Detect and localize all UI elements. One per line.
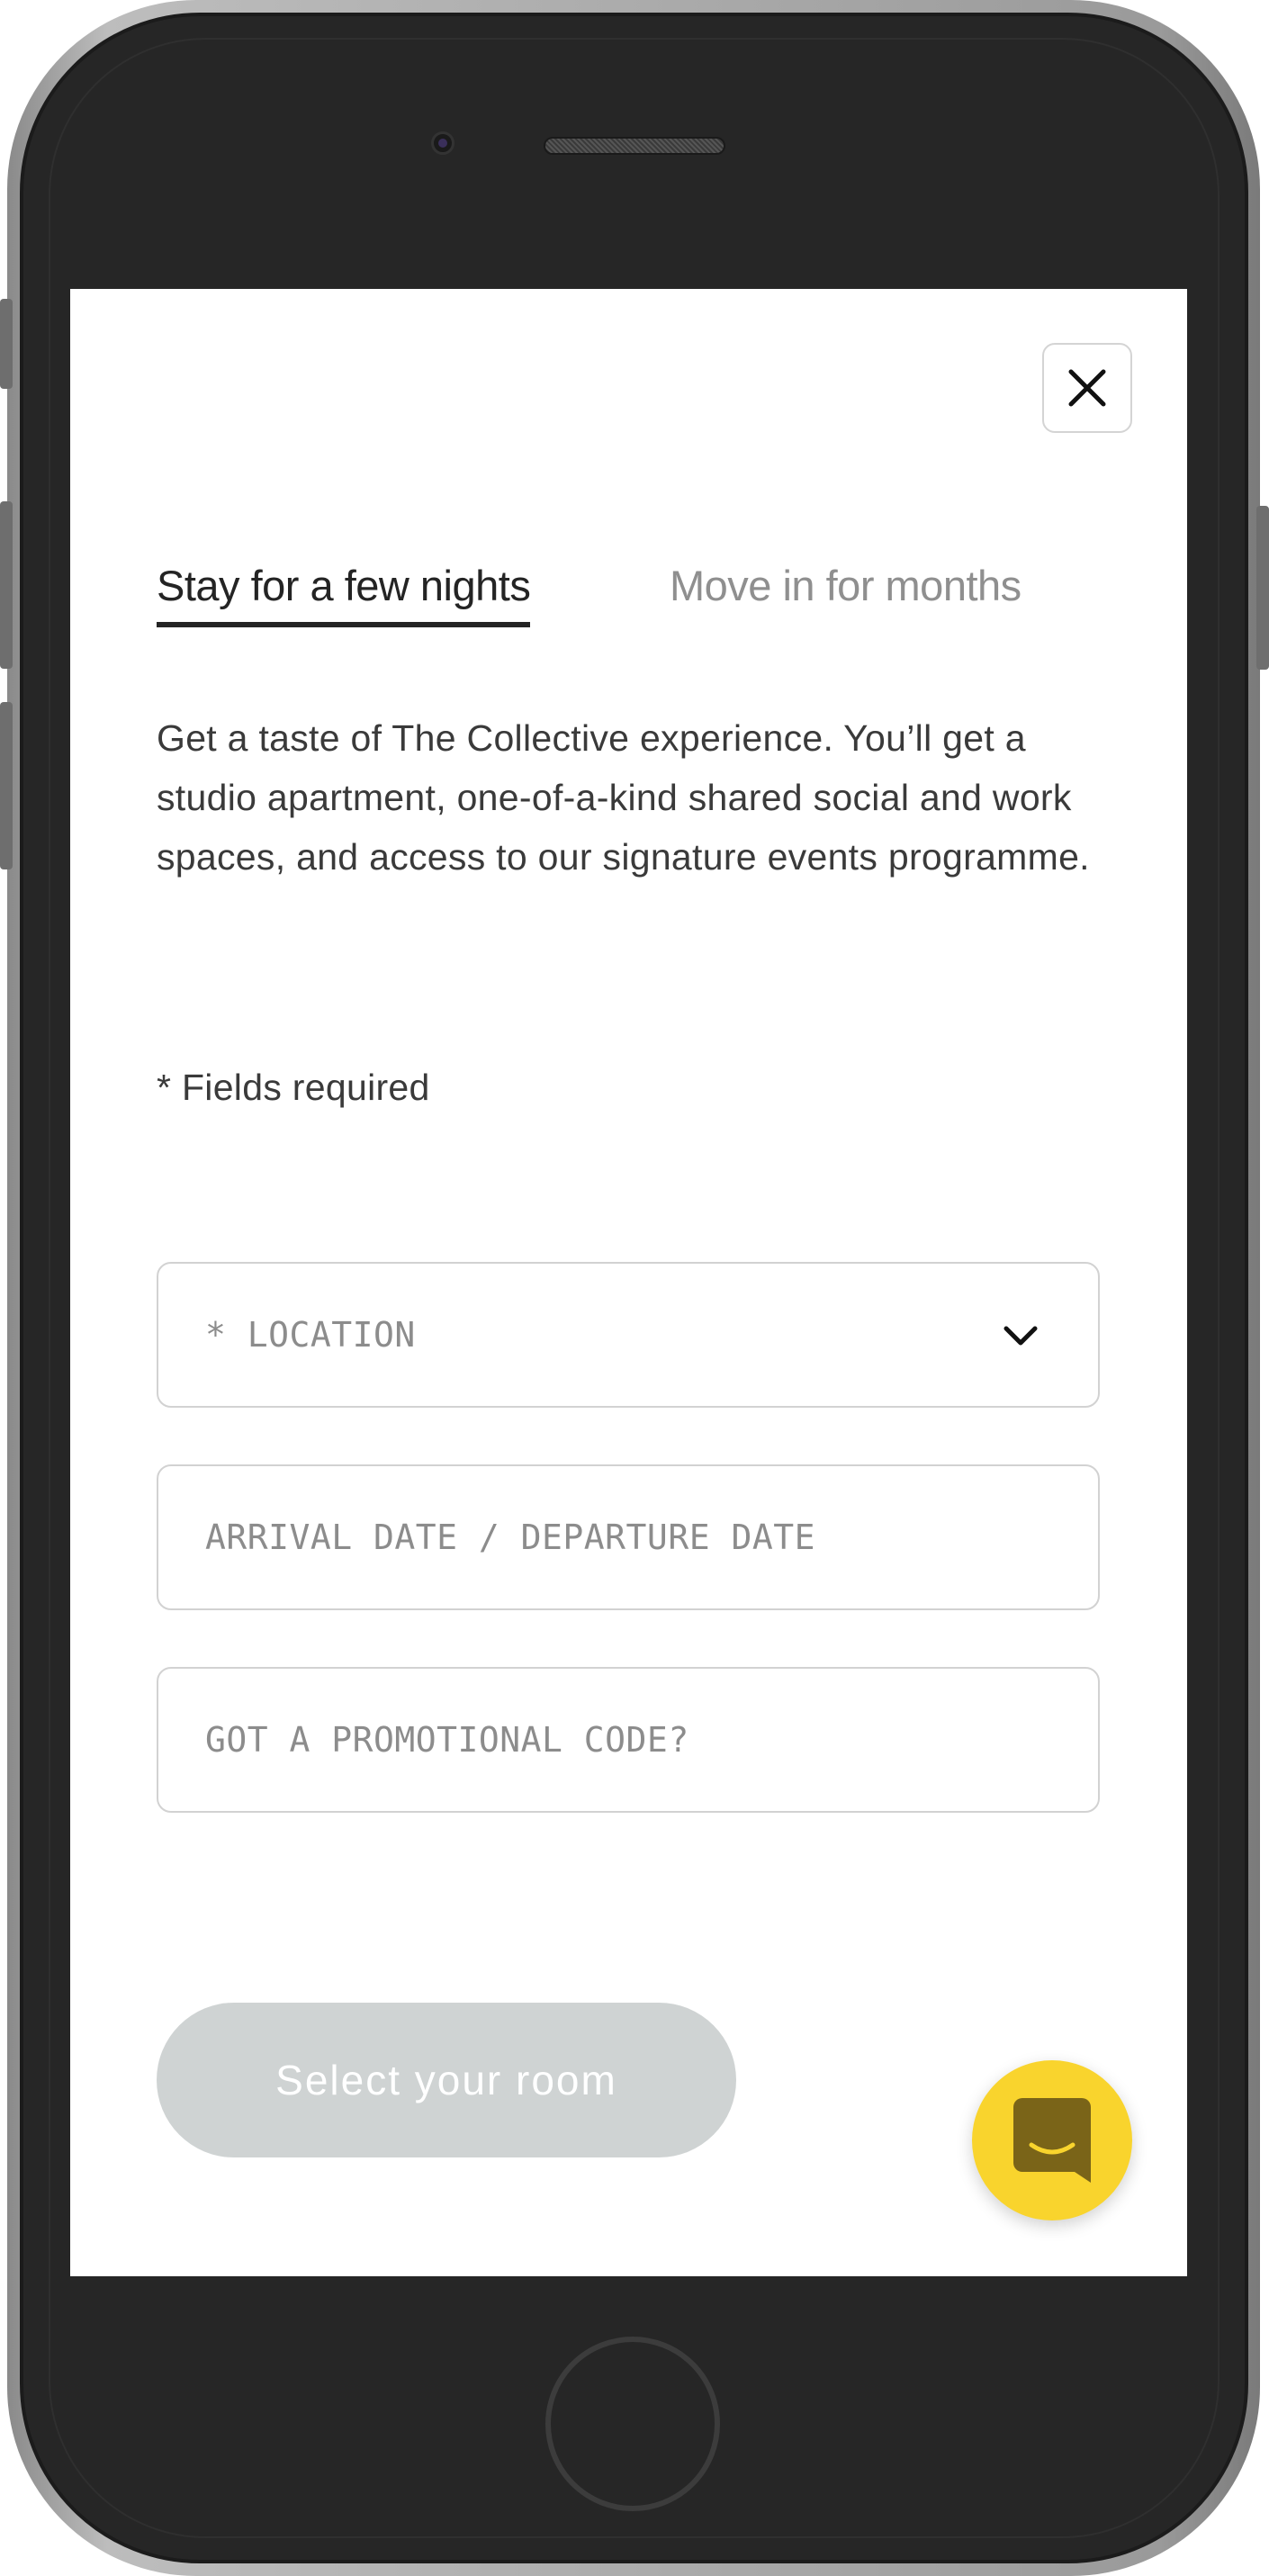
volume-up-button — [0, 501, 13, 669]
select-room-label: Select your room — [275, 2057, 617, 2103]
dates-placeholder: ARRIVAL DATE / DEPARTURE DATE — [205, 1518, 815, 1557]
chat-smile-icon — [1013, 2098, 1091, 2183]
chat-button[interactable] — [972, 2060, 1132, 2220]
front-camera — [431, 131, 454, 155]
home-button[interactable] — [545, 2337, 720, 2511]
promo-code-field[interactable]: GOT A PROMOTIONAL CODE? — [157, 1667, 1100, 1813]
power-button — [1256, 506, 1269, 670]
select-room-button[interactable]: Select your room — [157, 2003, 736, 2157]
location-placeholder: * LOCATION — [205, 1315, 416, 1355]
dates-field[interactable]: ARRIVAL DATE / DEPARTURE DATE — [157, 1464, 1100, 1610]
stay-type-tabs: Stay for a few nights Move in for months — [157, 559, 1111, 631]
volume-down-button — [0, 702, 13, 869]
location-select[interactable]: * LOCATION — [157, 1262, 1100, 1408]
booking-modal: Stay for a few nights Move in for months… — [70, 289, 1187, 2276]
promo-placeholder: GOT A PROMOTIONAL CODE? — [205, 1720, 689, 1760]
required-fields-note: * Fields required — [157, 1067, 430, 1108]
mute-switch — [0, 299, 13, 389]
tab-few-nights[interactable]: Stay for a few nights — [157, 559, 531, 627]
close-button[interactable] — [1042, 343, 1132, 433]
close-icon — [1068, 369, 1106, 407]
intro-text: Get a taste of The Collective experience… — [157, 717, 1090, 878]
tab-months[interactable]: Move in for months — [670, 559, 1022, 622]
earpiece-speaker — [544, 137, 725, 155]
chevron-down-icon — [1004, 1326, 1038, 1346]
